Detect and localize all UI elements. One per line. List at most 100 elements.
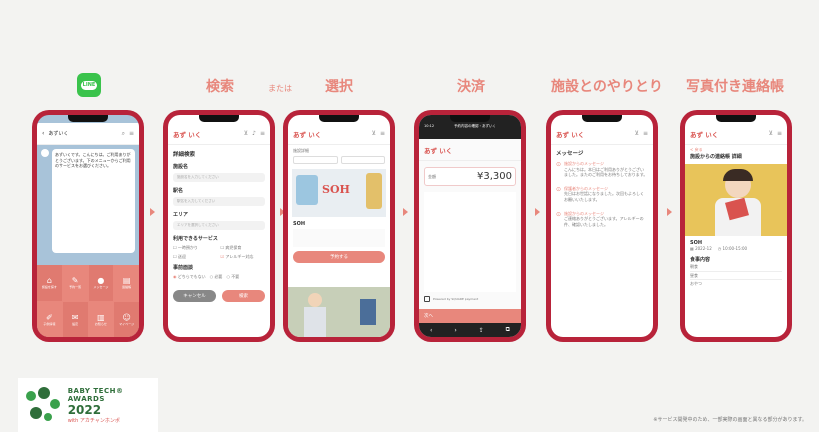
- service-checkbox[interactable]: ☐ 病児保育: [221, 245, 266, 251]
- award-sponsor: with アカチャンホンポ: [67, 417, 120, 424]
- rich-menu-item[interactable]: ✎ 予約一覧: [62, 265, 88, 301]
- chat-bubble: あずいくです。こんにちは。ご利用ありがとうございます。下のメニューからご利用のサ…: [52, 149, 135, 253]
- card-form[interactable]: [424, 192, 516, 292]
- heading-photo-log: 写真付き連絡帳: [686, 79, 784, 95]
- page-title: メッセージ: [556, 151, 584, 157]
- forward-icon[interactable]: ›: [454, 327, 456, 334]
- app-header: あず いく ⊻ ≡: [551, 123, 653, 145]
- service-checkbox[interactable]: ☐ 送迎: [173, 254, 218, 260]
- message-icon: ⊙: [556, 161, 562, 168]
- tab-favorite[interactable]: [340, 155, 385, 164]
- book-button[interactable]: 予約する: [293, 250, 385, 263]
- calendar-icon: ▦ 2022-12: [690, 245, 712, 251]
- edit-icon: ✐: [46, 312, 53, 322]
- apple-icon: ●: [97, 276, 105, 286]
- rich-menu-item[interactable]: ✐ 子供情報: [37, 301, 62, 337]
- station-input[interactable]: 駅名を入力してください: [173, 197, 265, 206]
- bell-icon[interactable]: ♪: [252, 130, 256, 137]
- book-icon: ▥: [97, 312, 105, 322]
- menu-icon[interactable]: ≡: [260, 130, 265, 137]
- page-title: 施設からの連絡帳 詳細: [690, 153, 742, 160]
- back-icon[interactable]: ‹: [42, 130, 44, 137]
- message-icon: ⊙: [556, 210, 562, 218]
- message-item[interactable]: ⊙ 施設からのメッセージ ご連絡ありがとうございます。アレルギーの件、確認いたしま…: [556, 211, 648, 228]
- search-button[interactable]: 検索: [222, 289, 265, 302]
- interview-radio[interactable]: ○ 不要: [226, 274, 239, 280]
- facility-photo: SOH: [292, 168, 386, 217]
- facility-name-input[interactable]: 施設名を入力してください: [173, 173, 265, 182]
- phone-select: あず いく ⊻ ≡ 施設詳細 SOH SOH 予約する: [283, 110, 395, 342]
- phone-line: ‹ あずいく ⌕ ≡ あずいくです。こんにちは。ご利用ありがとうございます。下の…: [32, 110, 144, 342]
- interview-radio[interactable]: ◉ どちらでもない: [173, 274, 206, 280]
- heading-payment: 決済: [457, 79, 485, 95]
- menu-icon[interactable]: ≡: [643, 130, 648, 137]
- heading-search: 検索: [206, 79, 234, 95]
- flow-arrow: [535, 208, 540, 216]
- rich-menu: ⌂ 施設を探す ✎ 予約一覧 ● メッセージ ▤ 連絡帳 ✐ 子供情報 ✉ 設定 ▥ お知らせ…: [37, 265, 139, 337]
- search-icon[interactable]: ⌕: [122, 130, 125, 138]
- flow-arrow: [150, 208, 155, 216]
- service-checkbox[interactable]: ☑ アレルギー対応: [221, 254, 266, 260]
- awards-badge: BABY TECH® AWARDS 2022 with アカチャンホンポ: [18, 378, 158, 432]
- home-icon: ⌂: [46, 276, 52, 286]
- award-logo: [24, 385, 62, 425]
- tabs-icon[interactable]: ⧉: [506, 326, 510, 334]
- meal-row: 朝食: [690, 263, 782, 272]
- interview-radio[interactable]: ○ 必要: [210, 274, 223, 280]
- menu-icon[interactable]: ≡: [777, 130, 782, 137]
- menu-icon[interactable]: ≡: [380, 130, 385, 137]
- rich-menu-item[interactable]: ☺ マイページ: [114, 301, 139, 337]
- app-header: あず いく ⊻ ≡: [685, 123, 787, 145]
- square-icon: [424, 296, 430, 302]
- cart-icon[interactable]: ⊻: [244, 130, 248, 137]
- browser-toolbar: ‹ › ⇪ ⧉: [419, 323, 521, 337]
- kids-photo: [288, 287, 390, 337]
- user-icon: ☺: [122, 312, 131, 322]
- facility-sign: SOH: [322, 182, 350, 196]
- flow-arrow: [403, 208, 408, 216]
- rich-menu-item[interactable]: ⌂ 施設を探す: [37, 265, 62, 301]
- page-title: 詳細検索: [173, 152, 196, 158]
- service-checkbox[interactable]: ☐ 一時預かり: [173, 245, 218, 251]
- phone-payment: 10:12 予約内容の確認・あずいく あず いく 金額 ¥3,300 Power…: [414, 110, 526, 342]
- amount-value: ¥3,300: [477, 171, 512, 182]
- tab-reserve[interactable]: [293, 155, 338, 164]
- meal-row: おやつ: [690, 281, 702, 287]
- next-button[interactable]: 次へ: [419, 309, 521, 323]
- heading-facility: 施設とのやりとり: [551, 79, 663, 95]
- back-icon[interactable]: ‹: [430, 327, 432, 334]
- app-header: あず いく ⊻ ≡: [288, 123, 390, 145]
- heading-or: または: [268, 84, 292, 93]
- meal-row: 昼食: [690, 272, 782, 281]
- cancel-button[interactable]: キャンセル: [173, 289, 216, 302]
- phone-contact-log: あず いく ⊻ ≡ < 戻る 施設からの連絡帳 詳細 SOH ▦ 2022-12…: [680, 110, 792, 342]
- rich-menu-item[interactable]: ● メッセージ: [88, 265, 114, 301]
- rich-menu-item[interactable]: ▥ お知らせ: [88, 301, 114, 337]
- child-photo: [685, 163, 787, 236]
- app-header: あず いく: [419, 139, 521, 161]
- clipboard-icon: ▤: [122, 276, 131, 286]
- cart-icon[interactable]: ⊻: [372, 130, 376, 137]
- facility-name: SOH: [293, 220, 306, 227]
- line-logo: LINE: [77, 73, 101, 97]
- app-header: あず いく ⊻ ♪ ≡: [168, 123, 270, 145]
- award-title: BABY TECH® AWARDS: [67, 386, 124, 403]
- footnote: ※サービス開発中のため、一部実際の画面と異なる部分があります。: [653, 417, 807, 423]
- message-item[interactable]: ⊙ 施設からのメッセージ こんにちは。本日はご利用ありがとうございました。またのご…: [556, 161, 648, 178]
- rich-menu-item[interactable]: ✉ 設定: [62, 301, 88, 337]
- rich-menu-item[interactable]: ▤ 連絡帳: [114, 265, 139, 301]
- cart-icon[interactable]: ⊻: [769, 130, 773, 137]
- chat-icon: ✉: [71, 312, 79, 322]
- cart-icon[interactable]: ⊻: [635, 130, 639, 137]
- heading-select: 選択: [325, 79, 353, 95]
- message-item[interactable]: ⊙ 保護者からのメッセージ 先日はお世話になりました。次回もよろしくお願いいたしま…: [556, 186, 648, 203]
- award-year: 2022: [67, 402, 102, 417]
- pen-icon: ✎: [71, 276, 79, 286]
- share-icon[interactable]: ⇪: [479, 327, 484, 334]
- message-icon: ⊙: [556, 185, 562, 193]
- flow-arrow: [667, 208, 672, 216]
- area-select[interactable]: エリアを選択してください: [173, 221, 265, 230]
- menu-icon[interactable]: ≡: [129, 130, 134, 137]
- facility-label: 施設詳細: [293, 148, 309, 153]
- phone-messages: あず いく ⊻ ≡ メッセージ ⊙ 施設からのメッセージ こんにちは。本日はご利用…: [546, 110, 658, 342]
